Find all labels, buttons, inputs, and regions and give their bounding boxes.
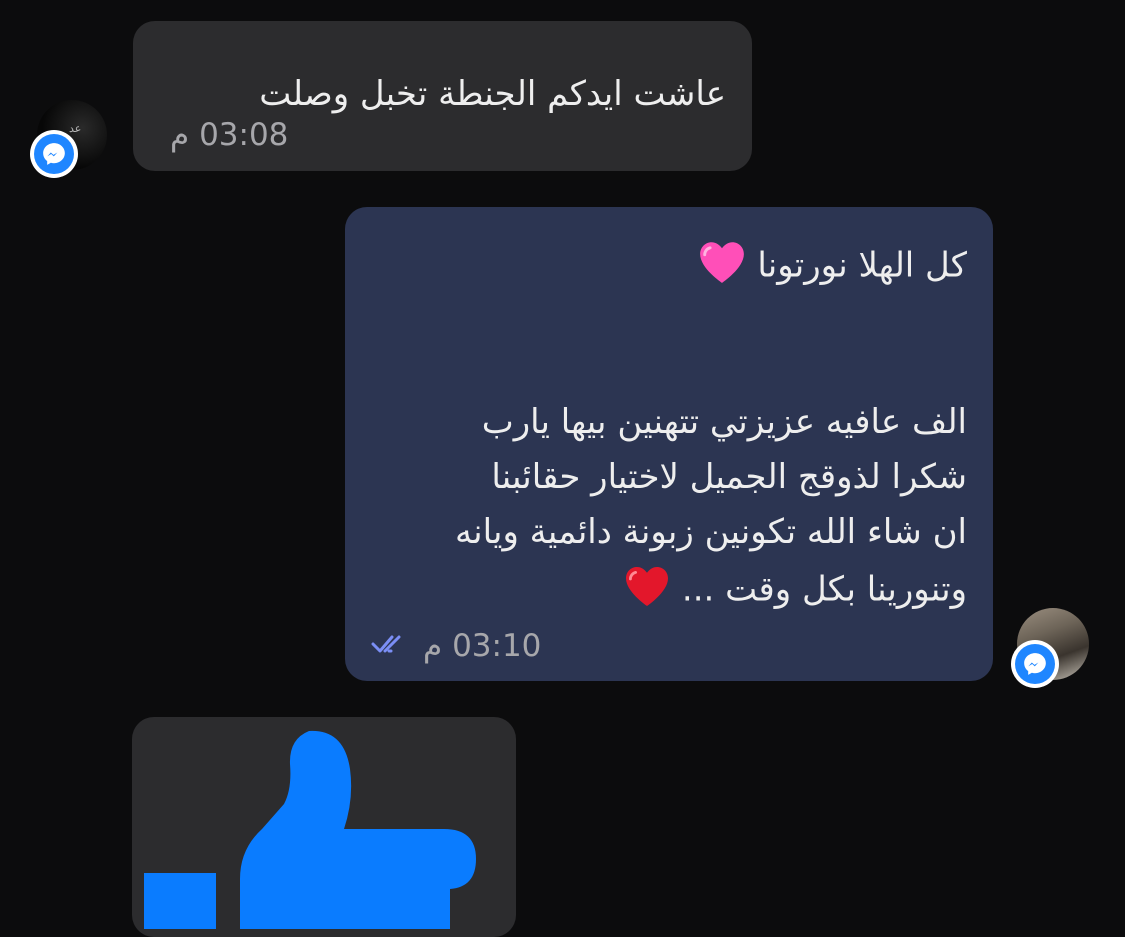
message-text: عاشت ايدكم الجنطة تخبل وصلت	[259, 74, 726, 114]
pink-heart-icon	[697, 239, 747, 295]
message-text: كل الهلا نورتونا	[757, 245, 967, 286]
message-timestamp: 03:10 م	[423, 628, 542, 664]
messenger-icon	[1011, 640, 1059, 688]
message-line-closing: وتنورينا بكل وقت ...	[623, 564, 967, 618]
thumbs-up-icon	[144, 730, 476, 929]
message-text: الف عافيه عزيزتي تتهنين بيها يارب	[481, 402, 967, 442]
message-timestamp: 03:08 م	[170, 117, 289, 153]
incoming-like-bubble[interactable]	[132, 717, 516, 937]
message-text: ان شاء الله تكونين زبونة دائمية ويانه	[454, 512, 967, 552]
avatar-image: ﻋﺪ	[69, 122, 82, 135]
incoming-message-bubble[interactable]: عاشت ايدكم الجنطة تخبل وصلت 03:08 م	[133, 21, 752, 171]
message-line-greeting: كل الهلا نورتونا	[697, 239, 967, 295]
outgoing-message-bubble[interactable]: كل الهلا نورتونا الف عافيه عزيزتي تتهنين…	[345, 207, 993, 681]
red-heart-icon	[623, 564, 671, 618]
read-receipt-icon	[371, 631, 411, 661]
messenger-icon	[30, 130, 78, 178]
message-text: شكرا لذوقج الجميل لاختيار حقائبنا	[491, 457, 967, 497]
message-text: وتنورينا بكل وقت ...	[681, 569, 967, 610]
